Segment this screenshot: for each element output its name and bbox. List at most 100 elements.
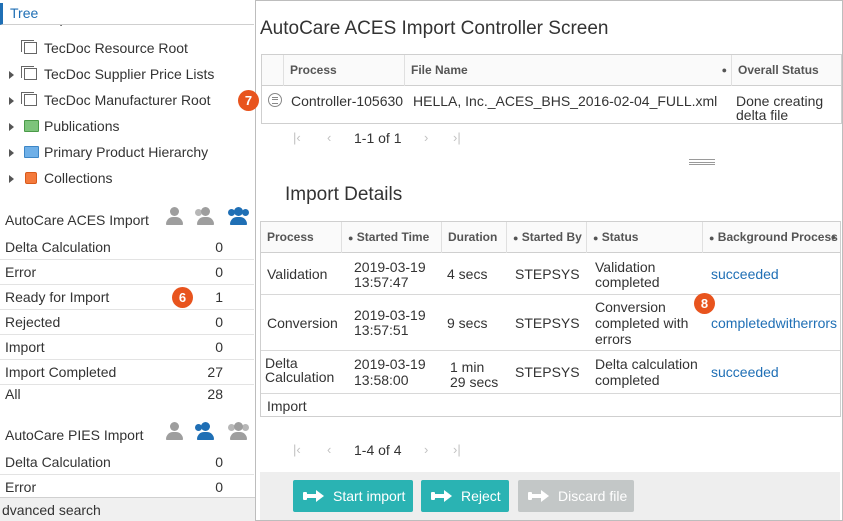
status-cell: completed with [595, 315, 689, 331]
expand-arrow-icon[interactable] [9, 97, 14, 105]
next-page-icon[interactable]: › [424, 130, 428, 145]
document-icon [21, 92, 37, 106]
main-panel: AutoCare ACES Import Controller Screen P… [238, 0, 842, 521]
action-bar: Start import Reject Discard file [260, 472, 840, 520]
duration-cell: 9 secs [447, 315, 488, 331]
status-name: Rejected [5, 314, 61, 330]
status-row-rejected[interactable]: Rejected 0 [0, 310, 254, 335]
row-divider [261, 350, 840, 351]
status-row-import-completed[interactable]: Import Completed 27 [0, 360, 254, 385]
prev-page-icon[interactable]: ‹ [327, 130, 331, 145]
advanced-search-link[interactable]: dvanced search [0, 497, 255, 521]
tree-item-collections[interactable]: Collections [0, 166, 254, 190]
background-process-link[interactable]: completedwitherrors [711, 316, 837, 331]
started-by-cell: STEPSYS [515, 266, 580, 282]
expand-arrow-icon[interactable] [9, 175, 14, 183]
last-page-icon[interactable]: ›| [453, 130, 461, 145]
tree-tab[interactable]: Tree [0, 3, 254, 25]
expand-arrow-icon[interactable] [9, 71, 14, 79]
single-user-icon[interactable] [163, 205, 185, 227]
user-filter-group [163, 205, 255, 227]
started-time-cell: 2019-03-19 [354, 307, 426, 323]
first-page-icon[interactable]: |‹ [293, 130, 301, 145]
status-row-all[interactable]: All 28 [0, 383, 254, 405]
status-count: 0 [215, 454, 223, 470]
tree-item-label: Primary Product Hierarchy [44, 144, 209, 160]
process-cell: Conversion [267, 315, 338, 331]
process-cell[interactable]: Controller-105630 [291, 94, 403, 109]
column-menu-icon[interactable]: ● [593, 233, 598, 243]
import-details-grid: Process ● Started Time Duration ● Starte… [260, 221, 841, 417]
document-icon [21, 40, 37, 54]
start-import-button[interactable]: Start import [293, 480, 413, 512]
tree-item-label: TecDoc Manufacturer Root [44, 92, 211, 108]
status-row-error[interactable]: Error 0 [0, 260, 254, 285]
overall-status-cell: delta file [736, 107, 789, 123]
expand-arrow-icon[interactable] [9, 123, 14, 131]
callout-badge: 8 [694, 293, 715, 314]
controller-grid: Process File Name ● Overall Status Contro… [261, 54, 842, 124]
panel-splitter-handle[interactable] [689, 159, 715, 165]
single-user-icon[interactable] [163, 420, 185, 442]
tree-item-label: TecDoc Resource Root [44, 40, 188, 56]
status-row-import[interactable]: Import 0 [0, 335, 254, 360]
status-row-delta-calculation[interactable]: Delta Calculation 0 [0, 235, 254, 260]
first-page-icon[interactable]: |‹ [293, 442, 301, 457]
status-count: 27 [207, 364, 223, 380]
column-header-background-process[interactable]: ● Background Process ● [702, 222, 842, 253]
status-name: All [5, 386, 21, 402]
two-users-icon[interactable] [194, 205, 216, 227]
status-row-delta-calculation[interactable]: Delta Calculation 0 [0, 450, 254, 475]
column-header-duration[interactable]: Duration [441, 222, 506, 253]
row-divider [261, 294, 840, 295]
expand-arrow-icon[interactable] [9, 149, 14, 157]
tree-item-label: Publications [44, 118, 120, 134]
column-header-started-time[interactable]: ● Started Time [341, 222, 441, 253]
tree-item-tecdoc-manufacturer-root[interactable]: TecDoc Manufacturer Root [0, 88, 254, 112]
all-users-icon[interactable] [227, 205, 249, 227]
tree-item-label: TecDoc Supplier Price Lists [44, 66, 215, 82]
discard-file-button[interactable]: Discard file [518, 480, 634, 512]
started-time-cell: 13:57:47 [354, 274, 409, 290]
tree-item-tecdoc-supplier-price-lists[interactable]: TecDoc Supplier Price Lists [0, 62, 254, 86]
callout-badge: 7 [238, 90, 259, 111]
last-page-icon[interactable]: ›| [453, 442, 461, 457]
process-cell: Import [267, 398, 307, 414]
page-title: AutoCare ACES Import Controller Screen [260, 18, 609, 39]
status-row-ready-for-import[interactable]: Ready for Import 1 [0, 285, 254, 310]
column-menu-icon[interactable]: ● [722, 55, 727, 86]
background-process-link[interactable]: succeeded [711, 267, 779, 282]
column-menu-icon[interactable]: ● [709, 233, 714, 243]
status-name: Import [5, 339, 45, 355]
status-cell: errors [595, 331, 632, 347]
tree-item-primary-product-hierarchy[interactable]: Primary Product Hierarchy [0, 140, 254, 164]
document-icon [21, 66, 37, 80]
all-users-icon[interactable] [227, 420, 249, 442]
file-name-cell: HELLA, Inc._ACES_BHS_2016-02-04_FULL.xml [413, 93, 718, 109]
page-range: 1-1 of 1 [354, 130, 402, 146]
column-header-file-name[interactable]: File Name ● [404, 55, 731, 86]
column-menu-icon[interactable]: ● [831, 222, 836, 253]
tree-item-tecdoc-resource-root[interactable]: TecDoc Resource Root [0, 36, 254, 60]
left-panel: Import Flow Root Tree TecDoc Resource Ro… [0, 0, 256, 521]
column-header-started-by[interactable]: ● Started By [506, 222, 586, 253]
tree-item-label: Collections [44, 170, 113, 186]
next-page-icon[interactable]: › [424, 442, 428, 457]
row-menu-icon[interactable] [268, 93, 282, 107]
tree-item-publications[interactable]: Publications [0, 114, 254, 138]
column-header-overall-status[interactable]: Overall Status [731, 55, 843, 86]
column-header-status[interactable]: ● Status [586, 222, 702, 253]
two-users-icon[interactable] [194, 420, 216, 442]
background-process-link[interactable]: succeeded [711, 365, 779, 380]
status-cell: completed [595, 274, 660, 290]
column-header-process[interactable]: Process [283, 55, 403, 86]
status-name: Delta Calculation [5, 239, 111, 255]
arrow-right-icon [528, 490, 550, 502]
column-menu-icon[interactable]: ● [348, 233, 353, 243]
started-time-cell: 2019-03-19 [354, 356, 426, 372]
prev-page-icon[interactable]: ‹ [327, 442, 331, 457]
column-menu-icon[interactable]: ● [513, 233, 518, 243]
status-cell: Validation [595, 259, 656, 275]
reject-button[interactable]: Reject [421, 480, 509, 512]
column-header-process[interactable]: Process [261, 222, 341, 253]
